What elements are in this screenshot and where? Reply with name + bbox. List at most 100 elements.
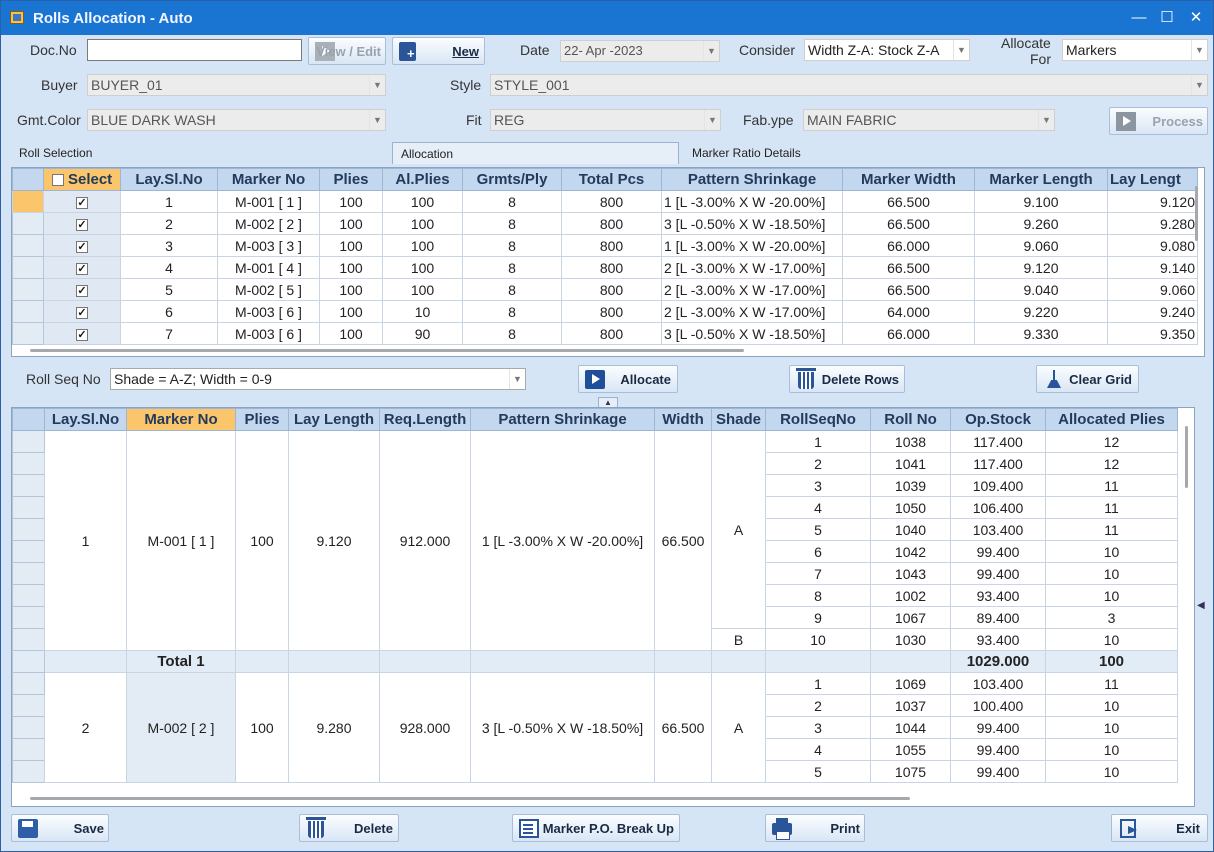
cell[interactable]: 100: [382, 190, 463, 213]
cell[interactable]: 4: [765, 496, 871, 519]
cell[interactable]: 1 [L -3.00% X W -20.00%]: [661, 234, 843, 257]
cell[interactable]: M-003 [ 6 ]: [217, 322, 320, 345]
lay-length-cell[interactable]: 9.120: [288, 430, 380, 651]
select-cell[interactable]: [43, 212, 121, 235]
cell[interactable]: 9.280: [1107, 212, 1198, 235]
cell[interactable]: 100.400: [950, 694, 1046, 717]
cell[interactable]: 10: [1045, 694, 1178, 717]
consider-dropdown-icon[interactable]: ▼: [953, 40, 969, 60]
cell[interactable]: 1075: [870, 760, 951, 783]
row-checkbox[interactable]: [76, 196, 88, 209]
cell[interactable]: 93.400: [950, 628, 1046, 651]
width-cell[interactable]: 66.500: [654, 672, 712, 783]
cell[interactable]: 1038: [870, 430, 951, 453]
cell[interactable]: 100: [319, 300, 383, 323]
row-header[interactable]: [12, 738, 45, 761]
cell[interactable]: 99.400: [950, 716, 1046, 739]
shade-cell[interactable]: A: [711, 430, 766, 629]
cell[interactable]: 9.100: [974, 190, 1108, 213]
width-cell[interactable]: 66.500: [654, 430, 712, 651]
cell[interactable]: 8: [462, 300, 562, 323]
cell[interactable]: 5: [120, 278, 218, 301]
marker-po-breakup-button[interactable]: Marker P.O. Break Up: [512, 814, 680, 842]
cell[interactable]: 4: [765, 738, 871, 761]
marker-row[interactable]: 1M-001 [ 1 ]10010088001 [L -3.00% X W -2…: [12, 190, 1198, 213]
allocate-for-select[interactable]: Markers ▼: [1062, 39, 1208, 61]
column-header[interactable]: RollSeqNo: [765, 408, 871, 431]
cell[interactable]: 100: [382, 212, 463, 235]
select-cell[interactable]: [43, 190, 121, 213]
date-picker[interactable]: 22- Apr -2023 ▼: [560, 40, 720, 62]
lay-cell[interactable]: 2: [44, 672, 127, 783]
date-dropdown-icon[interactable]: ▼: [703, 41, 719, 61]
allocate-button[interactable]: Allocate: [578, 365, 678, 393]
fit-select[interactable]: REG ▼: [490, 109, 721, 131]
lay-length-cell[interactable]: 9.280: [288, 672, 380, 783]
exit-button[interactable]: Exit: [1111, 814, 1208, 842]
cell[interactable]: 9.120: [974, 256, 1108, 279]
consider-select[interactable]: Width Z-A: Stock Z-A ▼: [804, 39, 970, 61]
cell[interactable]: 800: [561, 278, 662, 301]
buyer-dropdown-icon[interactable]: ▼: [369, 75, 385, 95]
cell[interactable]: 1: [765, 430, 871, 453]
rollseq-dropdown-icon[interactable]: ▼: [509, 369, 525, 389]
cell[interactable]: 11: [1045, 518, 1178, 541]
select-cell[interactable]: [43, 322, 121, 345]
cell[interactable]: 1055: [870, 738, 951, 761]
marker-cell[interactable]: M-002 [ 2 ]: [126, 672, 236, 783]
cell[interactable]: 99.400: [950, 738, 1046, 761]
req-length-cell[interactable]: 912.000: [379, 430, 471, 651]
buyer-select[interactable]: BUYER_01 ▼: [87, 74, 386, 96]
row-header[interactable]: [12, 716, 45, 739]
maximize-icon[interactable]: ☐: [1157, 9, 1177, 27]
cell[interactable]: 1037: [870, 694, 951, 717]
cell[interactable]: 99.400: [950, 562, 1046, 585]
select-header[interactable]: Select: [43, 168, 121, 191]
gmtcolor-select[interactable]: BLUE DARK WASH ▼: [87, 109, 386, 131]
cell[interactable]: 1: [120, 190, 218, 213]
marker-row[interactable]: 3M-003 [ 3 ]10010088001 [L -3.00% X W -2…: [12, 234, 1198, 257]
cell[interactable]: 8: [462, 322, 562, 345]
cell[interactable]: 100: [382, 256, 463, 279]
row-checkbox[interactable]: [76, 284, 88, 297]
row-header[interactable]: [12, 300, 44, 323]
cell[interactable]: 117.400: [950, 430, 1046, 453]
tab-marker-ratio-details[interactable]: Marker Ratio Details: [684, 142, 809, 164]
cell[interactable]: M-002 [ 2 ]: [217, 212, 320, 235]
cell[interactable]: 4: [120, 256, 218, 279]
cell[interactable]: 12: [1045, 452, 1178, 475]
column-header[interactable]: Total Pcs: [561, 168, 662, 191]
cell[interactable]: 1050: [870, 496, 951, 519]
gmtcolor-dropdown-icon[interactable]: ▼: [369, 110, 385, 130]
row-header[interactable]: [12, 760, 45, 783]
column-header[interactable]: Lay Length: [288, 408, 380, 431]
cell[interactable]: 11: [1045, 672, 1178, 695]
allocate-for-dropdown-icon[interactable]: ▼: [1191, 40, 1207, 60]
allocation-grid-vscroll[interactable]: [1185, 426, 1188, 488]
save-button[interactable]: Save: [11, 814, 109, 842]
cell[interactable]: 1041: [870, 452, 951, 475]
cell[interactable]: 6: [765, 540, 871, 563]
cell[interactable]: 8: [462, 256, 562, 279]
row-header[interactable]: [12, 430, 45, 453]
cell[interactable]: 8: [462, 190, 562, 213]
cell[interactable]: 100: [319, 212, 383, 235]
marker-row[interactable]: 6M-003 [ 6 ]1001088002 [L -3.00% X W -17…: [12, 300, 1198, 323]
column-header[interactable]: Req.Length: [379, 408, 471, 431]
cell[interactable]: 3 [L -0.50% X W -18.50%]: [661, 322, 843, 345]
cell[interactable]: 8: [462, 212, 562, 235]
cell[interactable]: 800: [561, 300, 662, 323]
column-header[interactable]: Marker No: [126, 408, 236, 431]
row-header[interactable]: [12, 584, 45, 607]
cell[interactable]: 9.330: [974, 322, 1108, 345]
cell[interactable]: 9.240: [1107, 300, 1198, 323]
cell[interactable]: 3 [L -0.50% X W -18.50%]: [661, 212, 843, 235]
row-header[interactable]: [12, 190, 44, 213]
column-header[interactable]: Lay Lengt: [1107, 168, 1198, 191]
cell[interactable]: 1002: [870, 584, 951, 607]
cell[interactable]: 10: [1045, 584, 1178, 607]
cell[interactable]: 106.400: [950, 496, 1046, 519]
row-checkbox[interactable]: [76, 218, 88, 231]
shade-cell[interactable]: B: [711, 628, 766, 651]
cell[interactable]: 8: [462, 278, 562, 301]
